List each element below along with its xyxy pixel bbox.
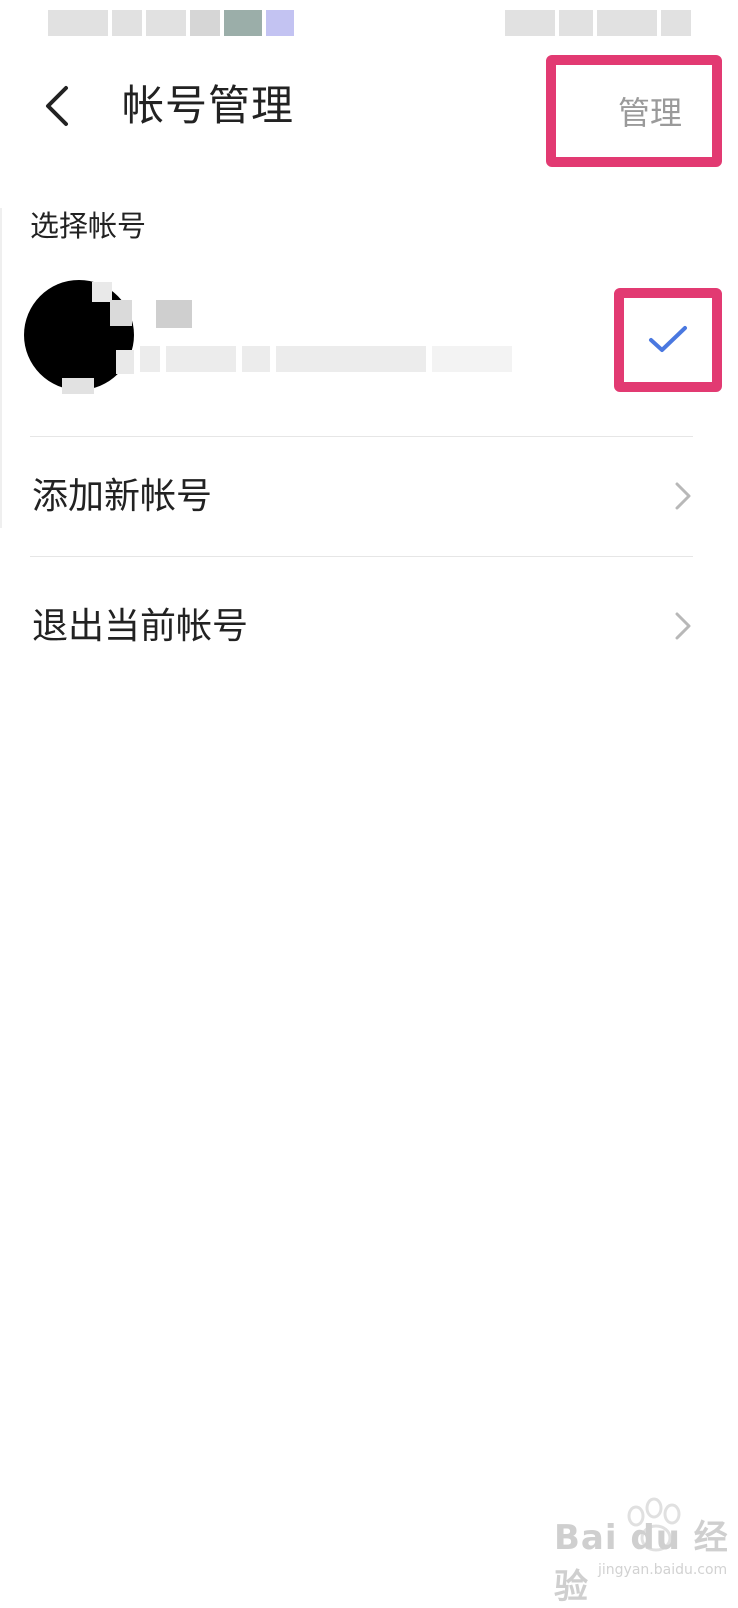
chevron-right-icon xyxy=(675,612,691,640)
status-pixel xyxy=(661,10,691,36)
header: 帐号管理 管理 xyxy=(0,55,738,167)
account-name-obscured xyxy=(156,300,192,328)
avatar-pixel xyxy=(116,350,134,374)
chevron-left-icon xyxy=(46,86,68,126)
obscured-block xyxy=(432,346,512,372)
obscured-block xyxy=(276,346,426,372)
status-bar-left xyxy=(48,10,294,36)
manage-button[interactable]: 管理 xyxy=(546,55,722,167)
menu-item-label: 添加新帐号 xyxy=(32,476,213,517)
avatar-pixel xyxy=(110,300,132,326)
divider xyxy=(30,436,693,437)
watermark-text: Bai du 经验 xyxy=(554,1518,729,1607)
status-pixel xyxy=(266,10,294,36)
status-pixel xyxy=(505,10,555,36)
watermark-url: jingyan.baidu.com xyxy=(598,1562,728,1578)
obscured-block xyxy=(242,346,270,372)
divider xyxy=(30,556,693,557)
obscured-block xyxy=(140,346,160,372)
avatar-pixel xyxy=(92,282,112,302)
account-id-obscured xyxy=(140,346,512,372)
back-button[interactable] xyxy=(32,77,80,135)
status-pixel xyxy=(559,10,593,36)
avatar-pixel xyxy=(62,378,94,394)
status-bar xyxy=(0,0,738,50)
status-pixel xyxy=(190,10,220,36)
add-account-item[interactable]: 添加新帐号 xyxy=(0,438,738,556)
status-pixel xyxy=(597,10,657,36)
status-pixel xyxy=(224,10,262,36)
status-pixel xyxy=(112,10,142,36)
status-pixel xyxy=(146,10,186,36)
account-row[interactable] xyxy=(0,270,738,435)
status-bar-right xyxy=(505,10,691,36)
obscured-block xyxy=(166,346,236,372)
status-pixel xyxy=(48,10,108,36)
selected-check-indicator[interactable] xyxy=(614,288,722,392)
page-title: 帐号管理 xyxy=(122,81,295,130)
logout-account-item[interactable]: 退出当前帐号 xyxy=(0,568,738,686)
menu-item-label: 退出当前帐号 xyxy=(32,606,249,647)
manage-button-label: 管理 xyxy=(617,94,682,132)
chevron-right-icon xyxy=(675,482,691,510)
section-label: 选择帐号 xyxy=(30,209,147,243)
check-icon xyxy=(649,326,687,352)
